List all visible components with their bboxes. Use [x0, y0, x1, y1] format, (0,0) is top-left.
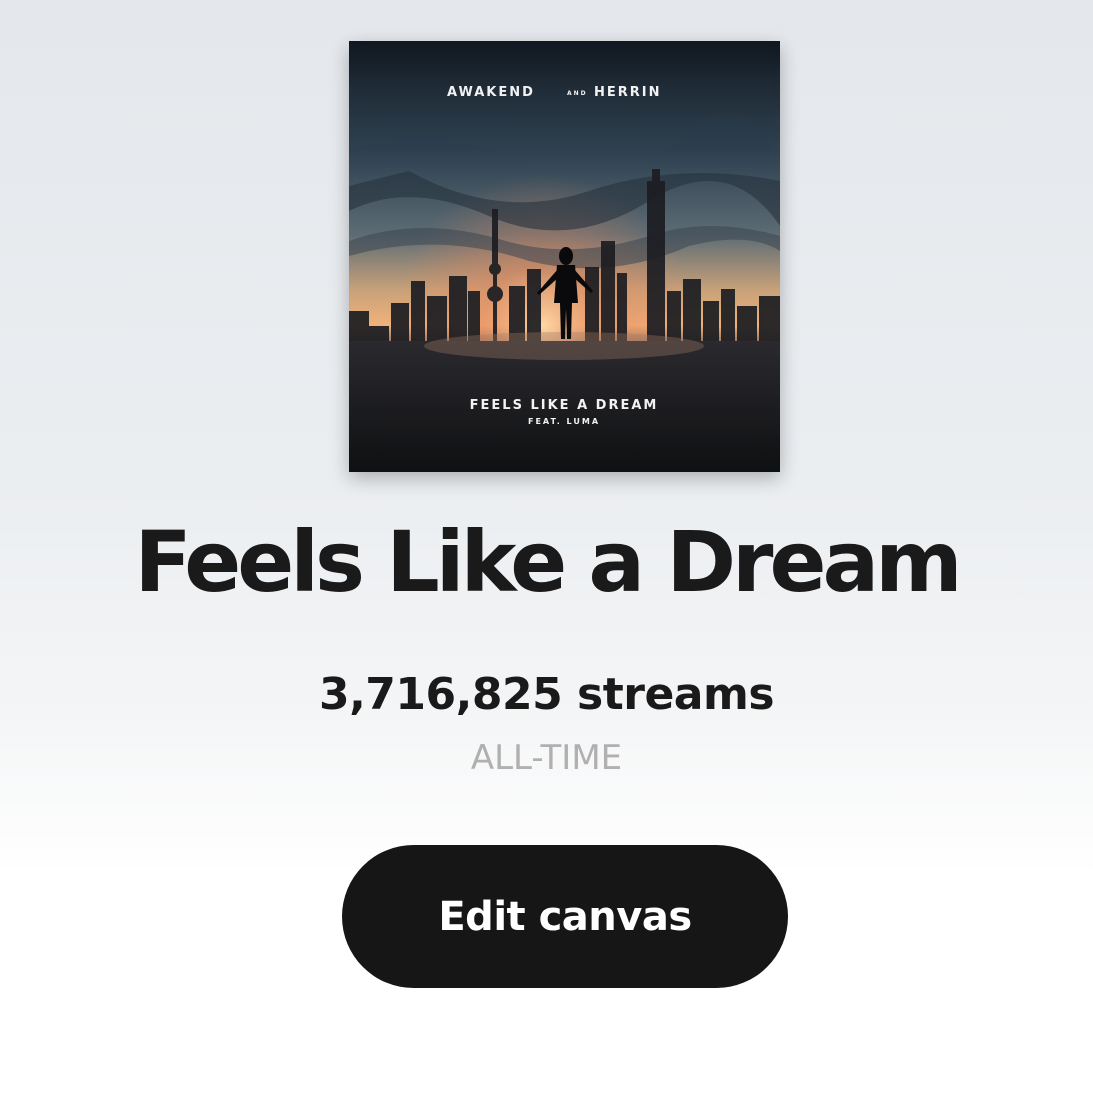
track-title: Feels Like a Dream [134, 513, 962, 611]
stream-period-label: ALL-TIME [470, 738, 623, 778]
album-cover-art: AWAKEND AND HERRIN FEELS LIKE A DREAM FE… [349, 41, 780, 472]
cover-artist-and: AND [567, 90, 588, 97]
cover-artist-left: AWAKEND [447, 85, 535, 100]
album-cover: AWAKEND AND HERRIN FEELS LIKE A DREAM FE… [349, 41, 780, 472]
cover-title: FEELS LIKE A DREAM [470, 398, 659, 413]
edit-canvas-button[interactable]: Edit canvas [342, 845, 788, 988]
stream-count: 3,716,825 streams [318, 669, 775, 720]
cover-featuring: FEAT. LUMA [528, 417, 600, 426]
track-detail-page: AWAKEND AND HERRIN FEELS LIKE A DREAM FE… [0, 0, 1093, 1093]
cover-artist-right: HERRIN [594, 85, 662, 100]
